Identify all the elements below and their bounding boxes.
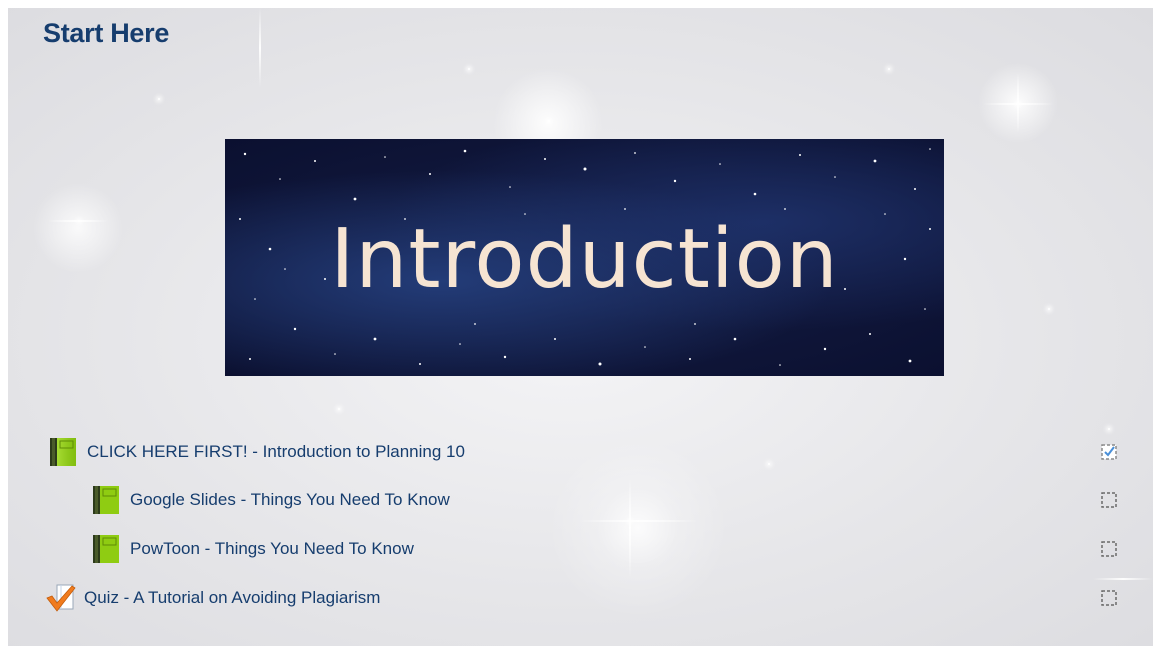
activity-item: Quiz - A Tutorial on Avoiding Plagiarism bbox=[45, 583, 380, 613]
book-icon bbox=[48, 437, 78, 467]
sparkle-decoration bbox=[629, 478, 631, 578]
activity-item: Google Slides - Things You Need To Know bbox=[91, 485, 450, 515]
sparkle-decoration bbox=[629, 520, 631, 522]
sparkle-decoration bbox=[1017, 103, 1019, 105]
section-title: Start Here bbox=[43, 18, 170, 48]
sparkle-decoration bbox=[578, 520, 698, 522]
activity-link-powtoon[interactable]: PowToon - Things You Need To Know bbox=[130, 539, 414, 559]
activity-link-plagiarism-quiz[interactable]: Quiz - A Tutorial on Avoiding Plagiarism bbox=[84, 588, 380, 608]
sparkle-decoration bbox=[1093, 578, 1153, 580]
activity-item: PowToon - Things You Need To Know bbox=[91, 534, 414, 564]
quiz-checkmark-icon bbox=[45, 583, 76, 613]
activity-link-google-slides[interactable]: Google Slides - Things You Need To Know bbox=[130, 490, 450, 510]
introduction-banner-image: Introduction bbox=[225, 139, 944, 376]
completion-checkbox[interactable] bbox=[1101, 541, 1117, 557]
book-icon bbox=[91, 534, 121, 564]
sparkle-decoration bbox=[768, 463, 770, 465]
book-icon bbox=[91, 485, 121, 515]
activity-item: CLICK HERE FIRST! - Introduction to Plan… bbox=[48, 437, 465, 467]
sparkle-decoration bbox=[78, 220, 80, 222]
completion-checkbox-checked[interactable] bbox=[1101, 444, 1117, 460]
sparkle-decoration bbox=[158, 98, 160, 100]
sparkle-decoration bbox=[1048, 308, 1050, 310]
banner-heading: Introduction bbox=[330, 212, 839, 307]
sparkle-decoration bbox=[259, 8, 261, 88]
sparkle-decoration bbox=[888, 68, 890, 70]
sparkle-decoration bbox=[338, 408, 340, 410]
sparkle-decoration bbox=[468, 68, 470, 70]
sparkle-decoration bbox=[548, 120, 550, 122]
completion-checkbox[interactable] bbox=[1101, 590, 1117, 606]
sparkle-decoration bbox=[1108, 428, 1110, 430]
course-section: Start Here Introduction CLICK HERE FIRST… bbox=[8, 8, 1153, 646]
completion-checkbox[interactable] bbox=[1101, 492, 1117, 508]
activity-link-intro-planning[interactable]: CLICK HERE FIRST! - Introduction to Plan… bbox=[87, 442, 465, 462]
